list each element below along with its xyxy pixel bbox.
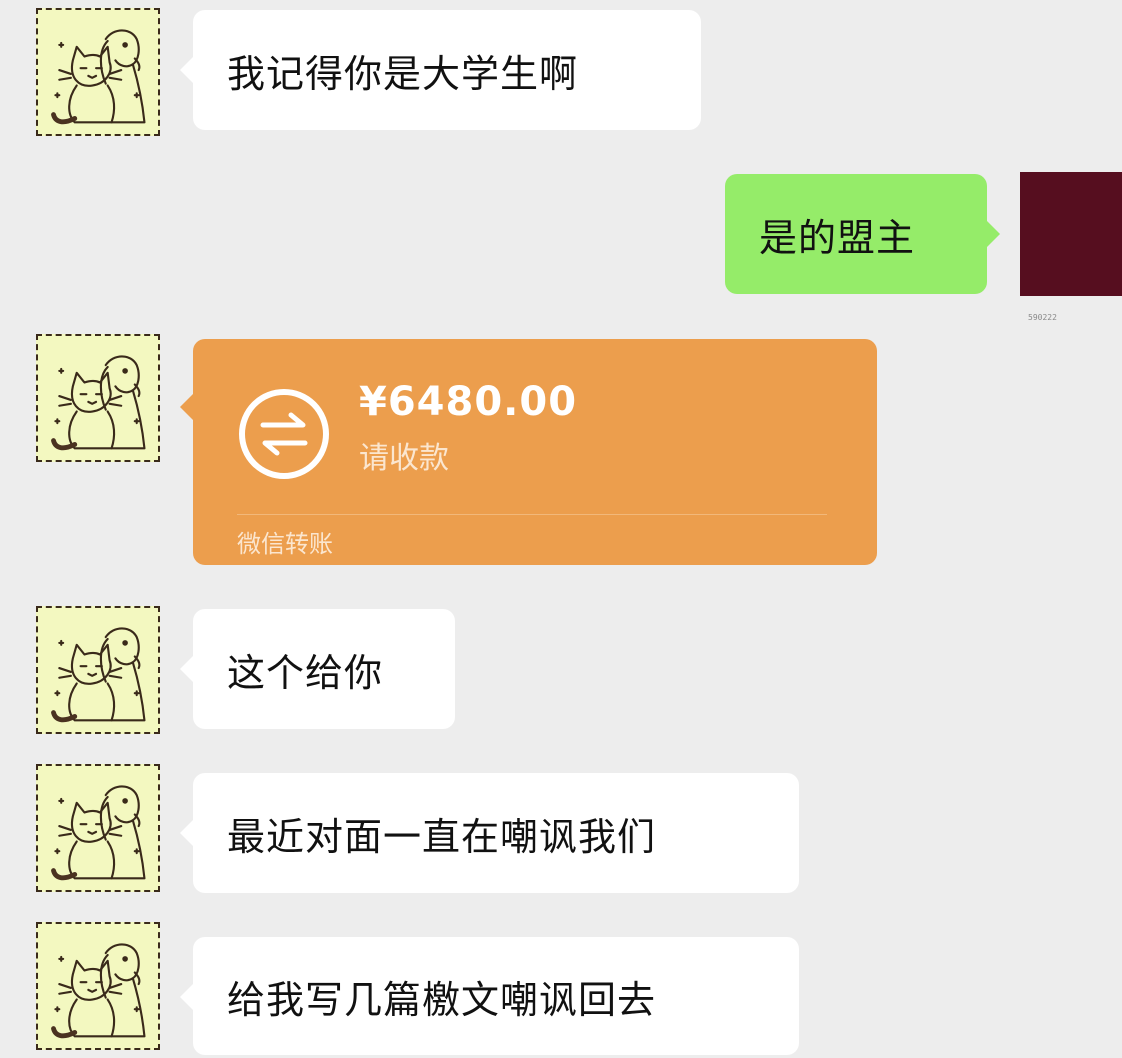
self-avatar[interactable] [1020, 172, 1122, 296]
cat-dog-illustration-icon [38, 608, 158, 732]
message-bubble[interactable]: 给我写几篇檄文嘲讽回去 [180, 937, 799, 1055]
transfer-amount: ¥6480.00 [359, 379, 578, 425]
divider [237, 514, 827, 515]
transfer-footer-label: 微信转账 [237, 530, 333, 558]
transfer-status: 请收款 [359, 441, 449, 476]
cat-dog-illustration-icon [38, 10, 158, 134]
cat-dog-illustration-icon [38, 924, 158, 1048]
message-text: 我记得你是大学生啊 [227, 51, 579, 96]
message-bubble-self[interactable]: 是的盟主 [725, 174, 1000, 294]
message-text: 给我写几篇檄文嘲讽回去 [227, 977, 657, 1022]
contact-avatar[interactable] [36, 8, 160, 136]
message-text: 最近对面一直在嘲讽我们 [227, 814, 657, 859]
message-bubble[interactable]: 这个给你 [180, 609, 455, 729]
transfer-card[interactable]: ¥6480.00 请收款 微信转账 [180, 339, 877, 565]
cat-dog-illustration-icon [38, 336, 158, 460]
transfer-icon [239, 389, 329, 479]
contact-avatar[interactable] [36, 922, 160, 1050]
cat-dog-illustration-icon [38, 766, 158, 890]
contact-avatar[interactable] [36, 764, 160, 892]
contact-avatar[interactable] [36, 606, 160, 734]
message-text: 是的盟主 [759, 215, 916, 260]
message-bubble[interactable]: 我记得你是大学生啊 [180, 10, 701, 130]
avatar-caption: 590222 [1028, 313, 1057, 322]
contact-avatar[interactable] [36, 334, 160, 462]
chat-area: 我记得你是大学生啊 是的盟主 590222 ¥6480.00 请收款 微信转账 … [0, 0, 1122, 1058]
message-bubble[interactable]: 最近对面一直在嘲讽我们 [180, 773, 799, 893]
message-text: 这个给你 [227, 650, 384, 695]
